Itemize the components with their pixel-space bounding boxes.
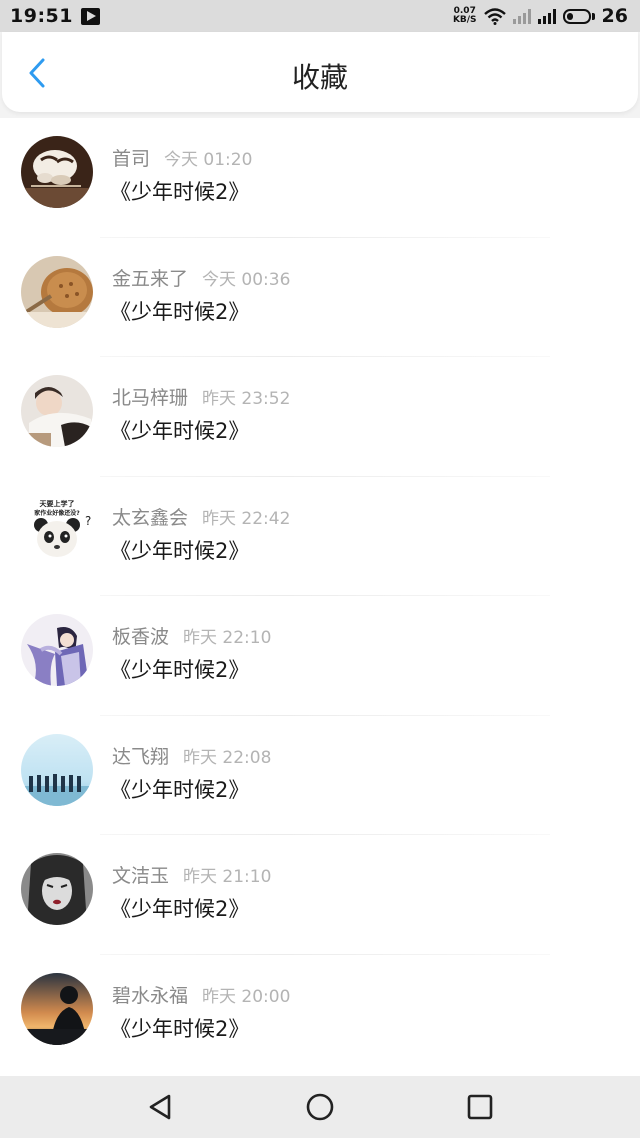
avatar-group-sky-image [21, 733, 93, 806]
timestamp: 昨天 20:00 [202, 986, 291, 1007]
timestamp: 昨天 22:42 [202, 508, 291, 529]
username: 太玄鑫会 昨天 22:42 [112, 503, 290, 530]
username: 北马梓珊 昨天 23:52 [112, 383, 290, 410]
username-text: 北马梓珊 [112, 387, 189, 409]
battery-cap [591, 12, 595, 20]
avatar-meme-bottom-text: 家作业好像还没? [34, 509, 80, 517]
timestamp: 昨天 22:08 [183, 747, 272, 768]
nav-recents-button[interactable] [460, 1087, 500, 1127]
username: 碧水永福 昨天 20:00 [112, 981, 290, 1008]
list-item[interactable]: 北马梓珊 昨天 23:52 《少年时候2》 [0, 357, 640, 477]
username-text: 碧水永福 [112, 984, 189, 1007]
avatar[interactable] [21, 614, 93, 686]
status-bar: 19:51 0.07 KB/S 26 [0, 0, 640, 32]
avatar-drawn-girl-image [21, 853, 93, 925]
favorite-title[interactable]: 《少年时候2》 [110, 1013, 249, 1043]
avatar-meme-top-text: 天要上学了 [40, 499, 75, 508]
avatar[interactable] [21, 375, 93, 447]
list-item[interactable]: 达飞翔 昨天 22:08 《少年时候2》 [0, 716, 640, 835]
triangle-back-icon [149, 1094, 171, 1120]
avatar-anime-character-image [21, 614, 93, 686]
svg-text:?: ? [85, 514, 91, 528]
username-text: 金五来了 [112, 267, 189, 290]
favorite-title[interactable]: 《少年时候2》 [110, 535, 249, 565]
username: 首司 今天 01:20 [112, 144, 252, 171]
favorite-title[interactable]: 《少年时候2》 [110, 415, 249, 445]
circle-home-icon [306, 1093, 334, 1121]
media-play-icon [80, 7, 100, 25]
username-text: 板香波 [112, 626, 170, 648]
list-item[interactable]: 文洁玉 昨天 21:10 《少年时候2》 [0, 835, 640, 955]
nav-back-button[interactable] [140, 1087, 180, 1127]
status-right: 0.07 KB/S 26 [453, 5, 628, 27]
favorite-title[interactable]: 《少年时候2》 [110, 774, 249, 804]
avatar-person-image [21, 375, 93, 447]
timestamp: 昨天 22:10 [183, 628, 272, 648]
avatar[interactable]: 天要上学了 家作业好像还没? ? [21, 494, 93, 567]
page-title: 收藏 [291, 61, 348, 94]
username: 达飞翔 昨天 22:08 [112, 742, 271, 769]
signal-sim1-icon [512, 8, 531, 24]
timestamp: 今天 00:36 [202, 269, 291, 290]
list-item[interactable]: 金五来了 今天 00:36 《少年时候2》 [0, 238, 640, 357]
avatar[interactable] [21, 733, 93, 806]
avatar-bread-image [21, 255, 93, 328]
avatar[interactable] [21, 972, 93, 1045]
wifi-icon [483, 7, 506, 25]
username-text: 文洁玉 [112, 865, 170, 887]
avatar[interactable] [21, 255, 93, 328]
list-item[interactable]: 天要上学了 家作业好像还没? ? 太玄鑫会 昨天 22:42 《少年时候2》 [0, 477, 640, 596]
status-left: 19:51 [10, 5, 100, 27]
signal-sim2-icon [537, 8, 556, 24]
avatar[interactable] [21, 853, 93, 925]
avatar-panda-meme-image: 天要上学了 家作业好像还没? ? [21, 494, 93, 567]
username: 板香波 昨天 22:10 [112, 622, 271, 649]
header: 收藏 [2, 32, 638, 112]
timestamp: 今天 01:20 [164, 150, 253, 170]
list-item[interactable]: 板香波 昨天 22:10 《少年时候2》 [0, 596, 640, 716]
favorite-title[interactable]: 《少年时候2》 [110, 296, 249, 326]
list-item[interactable]: 碧水永福 昨天 20:00 《少年时候2》 [0, 955, 640, 1075]
avatar[interactable] [21, 136, 93, 208]
timestamp: 昨天 21:10 [183, 867, 272, 887]
username-text: 达飞翔 [112, 745, 170, 768]
network-speed: 0.07 KB/S [453, 7, 477, 25]
username: 金五来了 今天 00:36 [112, 264, 290, 291]
favorite-title[interactable]: 《少年时候2》 [110, 893, 249, 923]
avatar-dark-illustration-image [21, 136, 93, 208]
favorite-title[interactable]: 《少年时候2》 [110, 176, 249, 206]
battery-icon [562, 8, 591, 24]
network-speed-unit: KB/S [452, 15, 477, 25]
timestamp: 昨天 23:52 [202, 389, 291, 409]
favorite-title[interactable]: 《少年时候2》 [110, 654, 249, 684]
username: 文洁玉 昨天 21:10 [112, 861, 271, 888]
username-text: 首司 [112, 148, 151, 170]
square-recents-icon [467, 1094, 493, 1120]
system-nav-bar [0, 1076, 640, 1138]
nav-home-button[interactable] [300, 1087, 340, 1127]
list-item[interactable]: 首司 今天 01:20 《少年时候2》 [0, 118, 640, 238]
avatar-sunset-silhouette-image [21, 972, 93, 1045]
favorites-list: 首司 今天 01:20 《少年时候2》 金五来了 今天 00:36 《少年时候2》 [0, 118, 640, 1076]
username-text: 太玄鑫会 [112, 506, 189, 529]
status-time: 19:51 [10, 5, 73, 27]
battery-level: 26 [601, 5, 628, 27]
